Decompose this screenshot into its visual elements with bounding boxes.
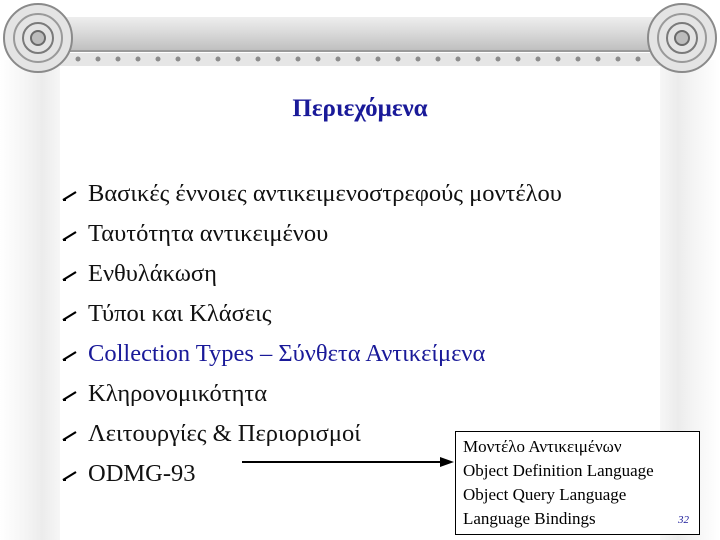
bullet-text: Λειτουργίες & Περιορισμοί xyxy=(88,420,361,447)
bullet-item: Ενθυλάκωση xyxy=(60,256,562,296)
left-column-decoration xyxy=(0,60,60,540)
page-number: 32 xyxy=(678,514,689,526)
volute-scroll-icon xyxy=(3,3,73,73)
bullet-text: Collection Types – Σύνθετα Αντικείμενα xyxy=(88,340,486,367)
bullet-item: Τύποι και Κλάσεις xyxy=(60,296,562,336)
pen-bullet-icon xyxy=(62,471,77,481)
arrow-right-icon xyxy=(242,457,454,467)
box-line: Object Query Language xyxy=(463,485,627,504)
bullet-text: Ταυτότητα αντικειμένου xyxy=(88,220,329,247)
odmg-components-box: Μοντέλο Αντικειμένων Object Definition L… xyxy=(455,431,700,535)
slide: Περιεχόμενα Βασικές έννοιες αντικειμενοσ… xyxy=(0,0,720,540)
box-line: Language Bindings xyxy=(463,509,596,528)
pen-bullet-icon xyxy=(62,271,77,281)
bullet-text: Κληρονομικότητα xyxy=(88,380,268,407)
pen-bullet-icon xyxy=(62,311,77,321)
bullet-item: Βασικές έννοιες αντικειμενοστρεφούς μοντ… xyxy=(60,176,562,216)
pen-bullet-icon xyxy=(62,431,77,441)
pen-bullet-icon xyxy=(62,231,77,241)
bullet-item-highlighted: Collection Types – Σύνθετα Αντικείμενα xyxy=(60,336,562,376)
bullet-text: Βασικές έννοιες αντικειμενοστρεφούς μοντ… xyxy=(88,180,562,207)
bullet-text: Ενθυλάκωση xyxy=(88,260,217,287)
bullet-text: ODMG-93 xyxy=(88,460,196,487)
bullet-text: Τύποι και Κλάσεις xyxy=(88,300,272,327)
bullet-item: Κληρονομικότητα xyxy=(60,376,562,416)
volute-scroll-icon xyxy=(647,3,717,73)
pen-bullet-icon xyxy=(62,391,77,401)
ionic-capital-header xyxy=(0,0,720,80)
box-line: Object Definition Language xyxy=(463,461,654,480)
pen-bullet-icon xyxy=(62,191,77,201)
bullet-item: Ταυτότητα αντικειμένου xyxy=(60,216,562,256)
slide-title: Περιεχόμενα xyxy=(292,95,428,122)
box-line: Μοντέλο Αντικειμένων xyxy=(463,437,622,456)
pen-bullet-icon xyxy=(62,351,77,361)
